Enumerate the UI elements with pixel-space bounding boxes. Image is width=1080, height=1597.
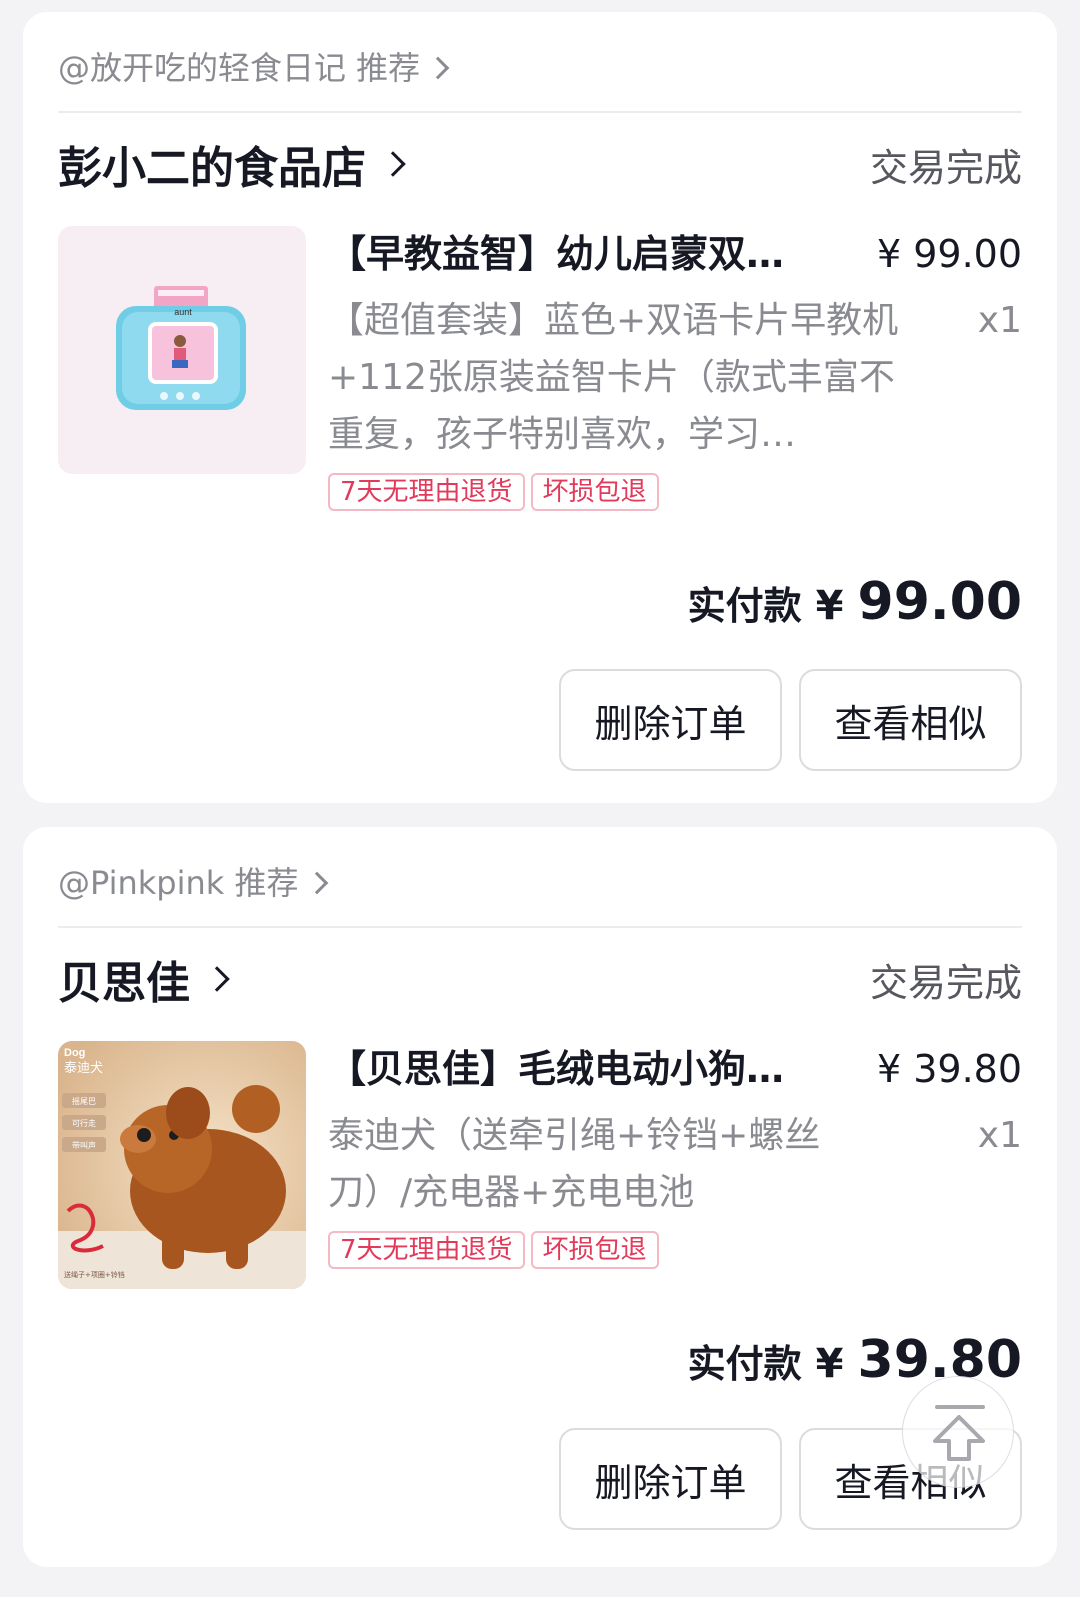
order-card: @放开吃的轻食日记 推荐 彭小二的食品店 交易完成 aunt 【早教益智】幼儿启… (23, 12, 1057, 803)
service-tags: 7天无理由退货 坏损包退 (328, 1231, 1022, 1269)
shop-row: 彭小二的食品店 交易完成 (58, 134, 1022, 194)
shop-link[interactable]: 贝思佳 (58, 947, 230, 1011)
order-status: 交易完成 (869, 145, 1022, 190)
order-status: 交易完成 (869, 960, 1022, 1005)
product-info[interactable]: 【贝思佳】毛绒电动小狗… ¥ 39.80 泰迪犬（送牵引绳+铃铛+螺丝刀）/充电… (328, 1041, 1022, 1269)
image-badge: 可行走 (72, 1118, 96, 1128)
tag-return: 7天无理由退货 (328, 473, 525, 511)
product-image[interactable]: aunt (58, 226, 306, 474)
divider (58, 926, 1022, 928)
chevron-right-icon (426, 56, 450, 80)
scroll-to-top-button[interactable] (902, 1376, 1014, 1488)
recommender-label: @Pinkpink 推荐 (58, 864, 299, 902)
product-spec: 泰迪犬（送牵引绳+铃铛+螺丝刀）/充电器+充电电池 (328, 1115, 821, 1213)
product-price: ¥ 99.00 (876, 232, 1022, 276)
product-title: 【贝思佳】毛绒电动小狗… (328, 1047, 785, 1091)
service-tags: 7天无理由退货 坏损包退 (328, 473, 1022, 511)
product-price: ¥ 39.80 (876, 1047, 1022, 1091)
total-currency: ¥ (815, 1341, 844, 1387)
shop-link[interactable]: 彭小二的食品店 (58, 132, 406, 196)
tag-damage: 坏损包退 (530, 1231, 659, 1269)
flashcard-machine-image: aunt (58, 226, 306, 474)
total-amount: 99.00 (857, 572, 1022, 632)
image-footer: 送绳子+项圈+铃铛 (64, 1270, 125, 1279)
chevron-right-icon (305, 871, 328, 895)
order-card: @Pinkpink 推荐 贝思佳 交易完成 Dog 泰迪犬 摇尾巴 可行走 带叫… (23, 827, 1057, 1567)
recommender-row[interactable]: @放开吃的轻食日记 推荐 (58, 46, 1022, 90)
action-buttons: 删除订单 查看相似 (559, 669, 1022, 771)
card-word: aunt (174, 307, 192, 317)
tag-return: 7天无理由退货 (328, 1231, 525, 1269)
total-label: 实付款 (687, 1342, 802, 1386)
total-label: 实付款 (687, 584, 802, 628)
product-image[interactable]: Dog 泰迪犬 摇尾巴 可行走 带叫声 送绳子+项圈+铃铛 (58, 1041, 306, 1289)
view-similar-button[interactable]: 查看相似 (799, 669, 1022, 771)
image-label-cn: 泰迪犬 (64, 1061, 103, 1076)
tag-damage: 坏损包退 (530, 473, 659, 511)
delete-order-button[interactable]: 删除订单 (559, 1428, 782, 1530)
image-label-en: Dog (64, 1047, 85, 1059)
shop-name: 彭小二的食品店 (58, 143, 366, 194)
product-title: 【早教益智】幼儿启蒙双… (328, 232, 785, 276)
recommender-label: @放开吃的轻食日记 推荐 (58, 49, 421, 87)
image-badge: 摇尾巴 (72, 1096, 96, 1106)
shop-row: 贝思佳 交易完成 (58, 949, 1022, 1009)
recommender-row[interactable]: @Pinkpink 推荐 (58, 861, 1022, 905)
delete-order-button[interactable]: 删除订单 (559, 669, 782, 771)
plush-dog-image: Dog 泰迪犬 摇尾巴 可行走 带叫声 送绳子+项圈+铃铛 (58, 1041, 306, 1289)
shop-name: 贝思佳 (58, 958, 190, 1009)
product-quantity: x1 (977, 300, 1022, 341)
arrow-up-icon (933, 1405, 985, 1461)
total-row: 实付款 ¥ 99.00 (688, 572, 1022, 632)
product-quantity: x1 (977, 1115, 1022, 1156)
image-badge: 带叫声 (72, 1140, 96, 1150)
chevron-right-icon (204, 966, 230, 992)
total-currency: ¥ (815, 583, 844, 629)
chevron-right-icon (380, 151, 406, 177)
product-spec: 【超值套装】蓝色+双语卡片早教机+112张原装益智卡片（款式丰富不重复，孩子特别… (328, 300, 899, 455)
divider (58, 111, 1022, 113)
product-info[interactable]: 【早教益智】幼儿启蒙双… ¥ 99.00 【超值套装】蓝色+双语卡片早教机+11… (328, 226, 1022, 511)
